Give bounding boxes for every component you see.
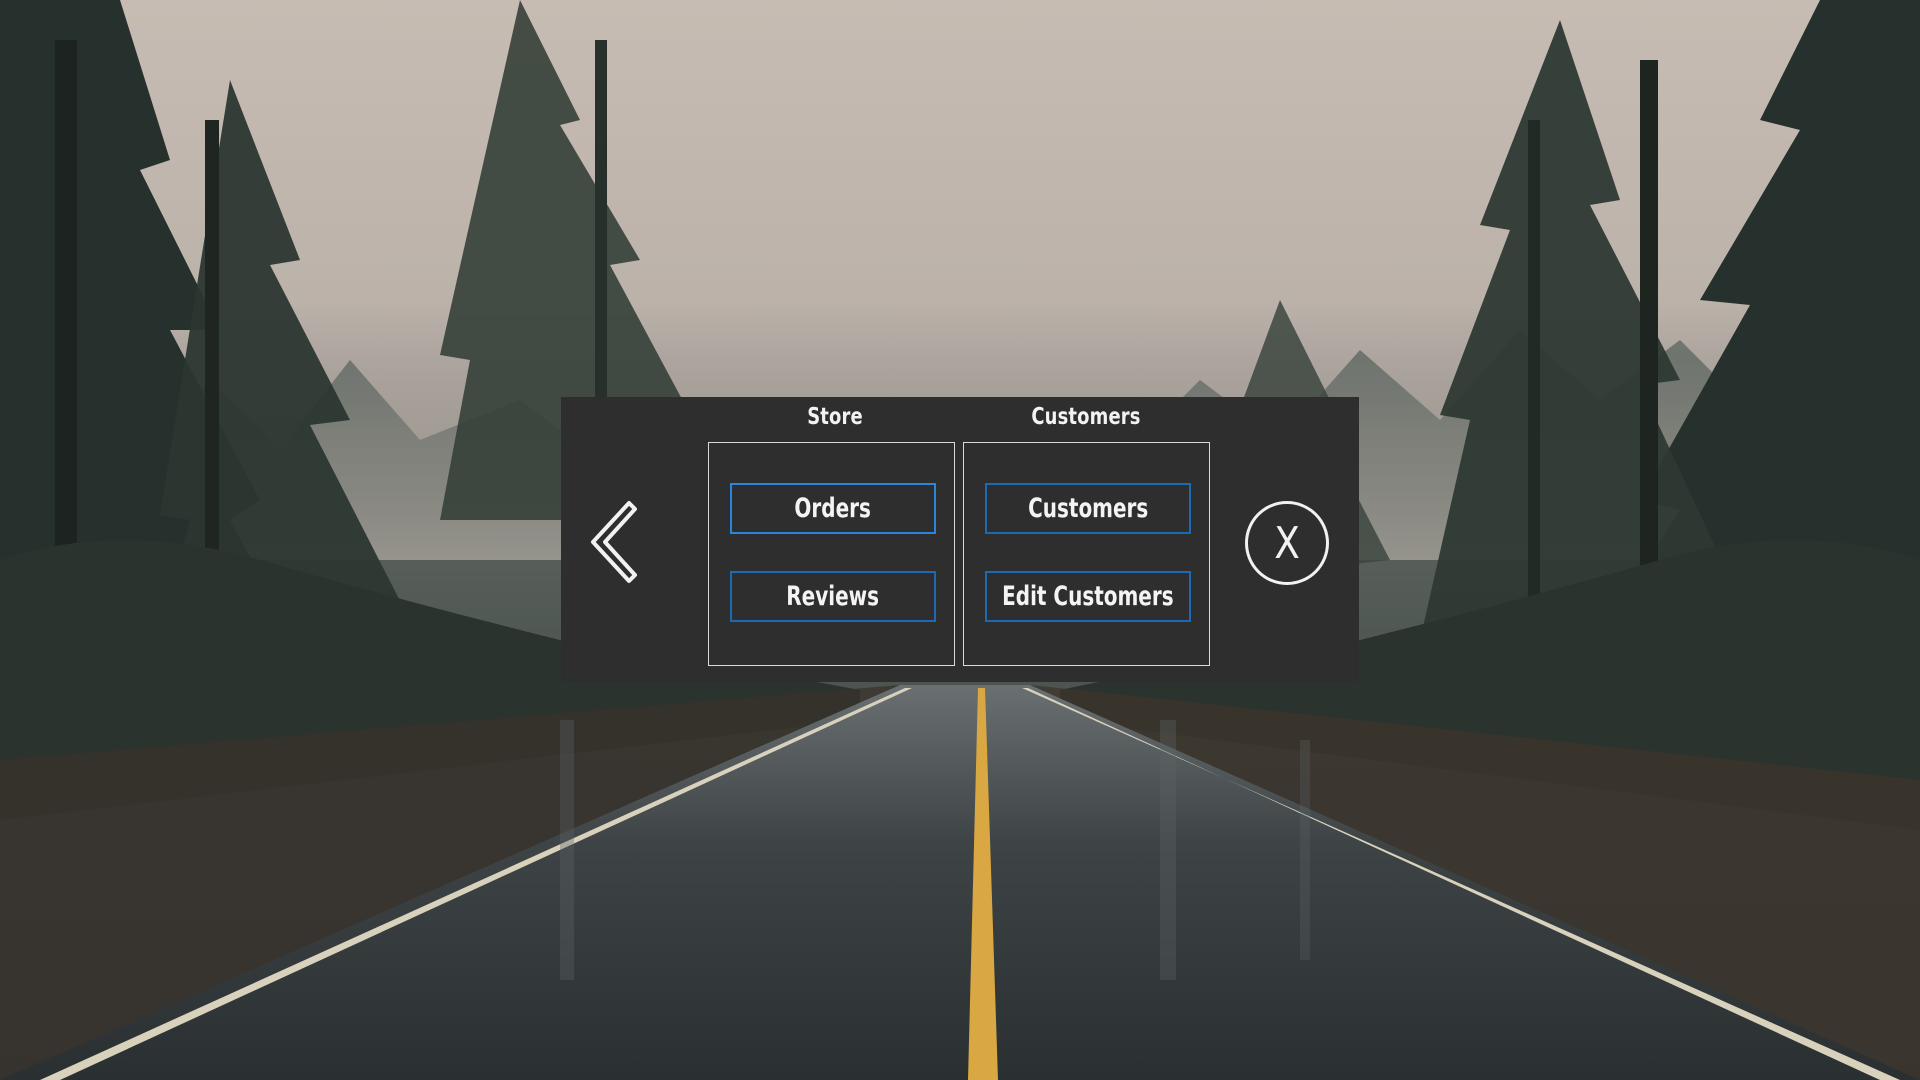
store-group-title: Store [807, 404, 863, 430]
reviews-button-label: Reviews [786, 581, 880, 612]
chevron-left-icon [591, 501, 637, 583]
customers-group-title: Customers [1031, 404, 1141, 430]
customers-button[interactable]: Customers [985, 483, 1191, 534]
close-icon: X [1274, 518, 1300, 569]
close-button[interactable]: X [1245, 501, 1329, 585]
navigation-menu-panel: Store Orders Reviews Customers Customers… [561, 397, 1359, 682]
orders-button-label: Orders [794, 493, 872, 524]
reviews-button[interactable]: Reviews [730, 571, 936, 622]
store-group: Orders Reviews [708, 442, 955, 666]
desktop-background: Store Orders Reviews Customers Customers… [0, 0, 1920, 1080]
back-button[interactable] [583, 497, 653, 587]
edit-customers-button-label: Edit Customers [1002, 581, 1174, 612]
customers-button-label: Customers [1027, 493, 1149, 524]
orders-button[interactable]: Orders [730, 483, 936, 534]
customers-group: Customers Edit Customers [963, 442, 1210, 666]
edit-customers-button[interactable]: Edit Customers [985, 571, 1191, 622]
